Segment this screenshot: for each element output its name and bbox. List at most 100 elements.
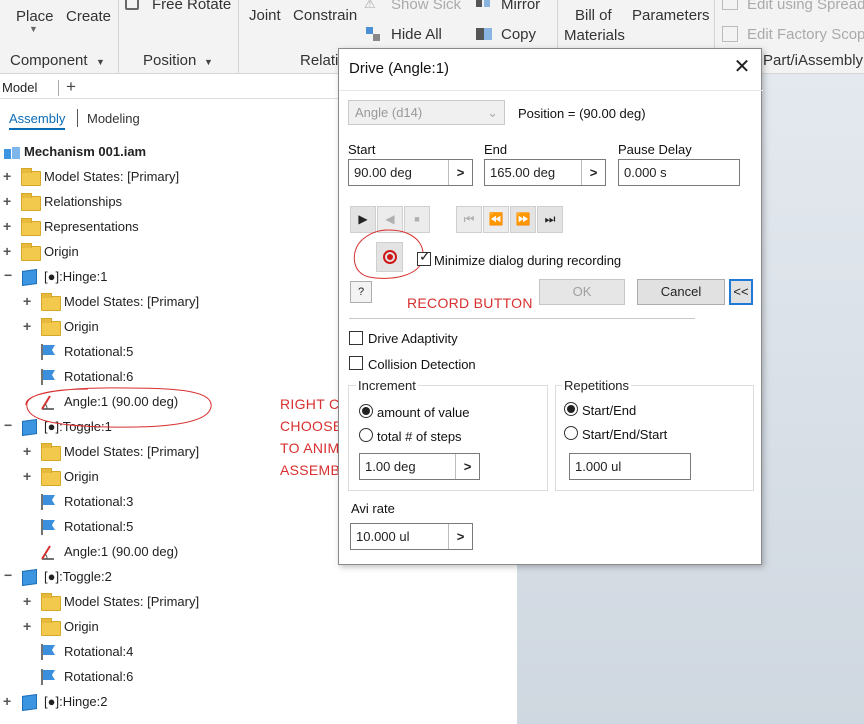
pause-delay-field[interactable]: 0.000 s [618,159,740,186]
expand-icon[interactable]: + [23,593,31,609]
tree-item[interactable]: + Model States: [Primary] [0,291,260,313]
tree-root[interactable]: Mechanism 001.iam [0,141,300,163]
place-dropdown-icon[interactable]: ▼ [29,24,38,34]
folder-icon [41,443,61,461]
avi-rate-arrow-button[interactable]: > [448,524,472,549]
place-button[interactable]: Place [16,8,54,25]
assembly-icon [3,145,21,161]
forward-step-button[interactable]: ⏩ [510,206,536,233]
hide-all-button[interactable]: Hide All [391,26,442,43]
start-arrow-button[interactable]: > [448,160,472,185]
start-field[interactable]: 90.00 deg > [348,159,473,186]
increment-arrow-button[interactable]: > [455,454,479,479]
folder-icon [41,318,61,336]
show-sick-button[interactable]: Show Sick [391,0,461,13]
expand-icon[interactable]: + [3,193,11,209]
collision-detection-label: Collision Detection [368,357,476,372]
mirror-button[interactable]: Mirror [501,0,540,13]
go-to-end-button[interactable]: ⏭ [537,206,563,233]
parameters-button[interactable]: Parameters [632,7,710,24]
end-field[interactable]: 165.00 deg > [484,159,606,186]
start-end-radio[interactable] [564,402,578,416]
tree-item-angle-constraint[interactable]: Angle:1 (90.00 deg) [0,541,260,563]
tree-item[interactable]: + Origin [0,316,260,338]
total-steps-radio[interactable] [359,428,373,442]
expand-icon[interactable]: + [3,218,11,234]
tree-item[interactable]: Rotational:5 [0,341,260,363]
increment-field[interactable]: 1.00 deg > [359,453,480,480]
tree-item-hinge-2[interactable]: + [●]:Hinge:2 [0,691,260,713]
start-value: 90.00 deg [354,165,412,180]
tree-item-hinge-1[interactable]: − [●]:Hinge:1 [0,266,260,288]
title-divider [339,90,763,91]
tab-assembly[interactable]: Assembly [9,111,66,130]
panel-position-dropdown-icon[interactable]: ▼ [204,57,213,67]
expand-icon[interactable]: + [23,468,31,484]
expand-icon[interactable]: + [3,243,11,259]
cancel-button[interactable]: Cancel [637,279,725,305]
start-end-start-label: Start/End/Start [582,427,668,442]
drive-adaptivity-checkbox[interactable] [349,331,363,345]
panel-component-dropdown-icon[interactable]: ▼ [96,57,105,67]
tree-item-label: Relationships [44,194,123,209]
amount-of-value-radio[interactable] [359,404,373,418]
expand-icon[interactable]: + [23,318,31,334]
tree-item[interactable]: Rotational:4 [0,641,260,663]
collision-detection-checkbox[interactable] [349,356,363,370]
expand-icon[interactable]: + [3,168,11,184]
add-tab-button[interactable]: + [66,77,76,97]
tree-item[interactable]: + Model States: [Primary] [0,591,260,613]
bill-of-materials-label[interactable]: Materials [564,27,625,44]
panel-part-iassembly[interactable]: Part/iAssembly [763,52,863,69]
joint-button[interactable]: Joint [249,7,281,24]
create-button[interactable]: Create [66,8,111,25]
tree-item[interactable]: + Origin [0,466,260,488]
free-rotate-button[interactable]: Free Rotate [152,0,231,13]
edit-factory-scope-button[interactable]: Edit Factory Scope [747,26,864,43]
tree-item[interactable]: Rotational:6 [0,666,260,688]
collapse-icon[interactable]: − [4,417,12,433]
panel-position[interactable]: Position [143,52,196,69]
ok-button[interactable]: OK [539,279,625,305]
bill-of-materials-button[interactable]: Bill of [575,7,612,24]
tree-item[interactable]: + Origin [0,616,260,638]
close-icon[interactable]: ✕ [731,57,753,79]
expand-icon[interactable]: + [23,443,31,459]
expand-icon[interactable]: + [23,293,31,309]
tab-modeling[interactable]: Modeling [87,111,140,126]
increment-title: Increment [356,378,418,393]
end-value: 165.00 deg [490,165,556,180]
expand-icon[interactable]: + [23,618,31,634]
help-button[interactable]: ? [350,281,372,303]
tree-item[interactable]: + Origin [0,241,260,263]
tree-item-toggle-2[interactable]: − [●]:Toggle:2 [0,566,260,588]
panel-relationships[interactable]: Relati [300,52,338,69]
constraint-select[interactable]: Angle (d14) ⌄ [348,100,505,125]
start-end-start-radio[interactable] [564,426,578,440]
tree-item[interactable]: + Representations [0,216,260,238]
tree-item[interactable]: + Model States: [Primary] [0,441,260,463]
reverse-step-button[interactable]: ⏪ [483,206,509,233]
tree-item-label: [●]:Hinge:1 [44,269,108,284]
panel-component[interactable]: Component [10,52,88,69]
end-arrow-button[interactable]: > [581,160,605,185]
collapse-icon[interactable]: − [4,267,12,283]
tree-item[interactable]: + Model States: [Primary] [0,166,260,188]
total-steps-label: total # of steps [377,429,462,444]
expand-icon[interactable]: + [3,693,11,709]
tree-item[interactable]: + Relationships [0,191,260,213]
collapse-icon[interactable]: − [4,567,12,583]
copy-button[interactable]: Copy [501,26,536,43]
repetitions-field[interactable]: 1.000 ul [569,453,691,480]
constraint-select-value: Angle (d14) [355,105,423,120]
constrain-button[interactable]: Constrain [293,7,357,24]
edit-using-spread-button[interactable]: Edit using Spread [747,0,864,13]
minimize-checkbox[interactable]: ✓ [417,249,431,266]
collapse-button[interactable]: << [729,279,753,305]
go-to-start-button[interactable]: ⏮ [456,206,482,233]
tab-model[interactable]: Model [2,80,37,95]
tree-item[interactable]: Rotational:3 [0,491,260,513]
angle-constraint-icon [40,543,56,561]
tree-item[interactable]: Rotational:5 [0,516,260,538]
avi-rate-field[interactable]: 10.000 ul > [350,523,473,550]
